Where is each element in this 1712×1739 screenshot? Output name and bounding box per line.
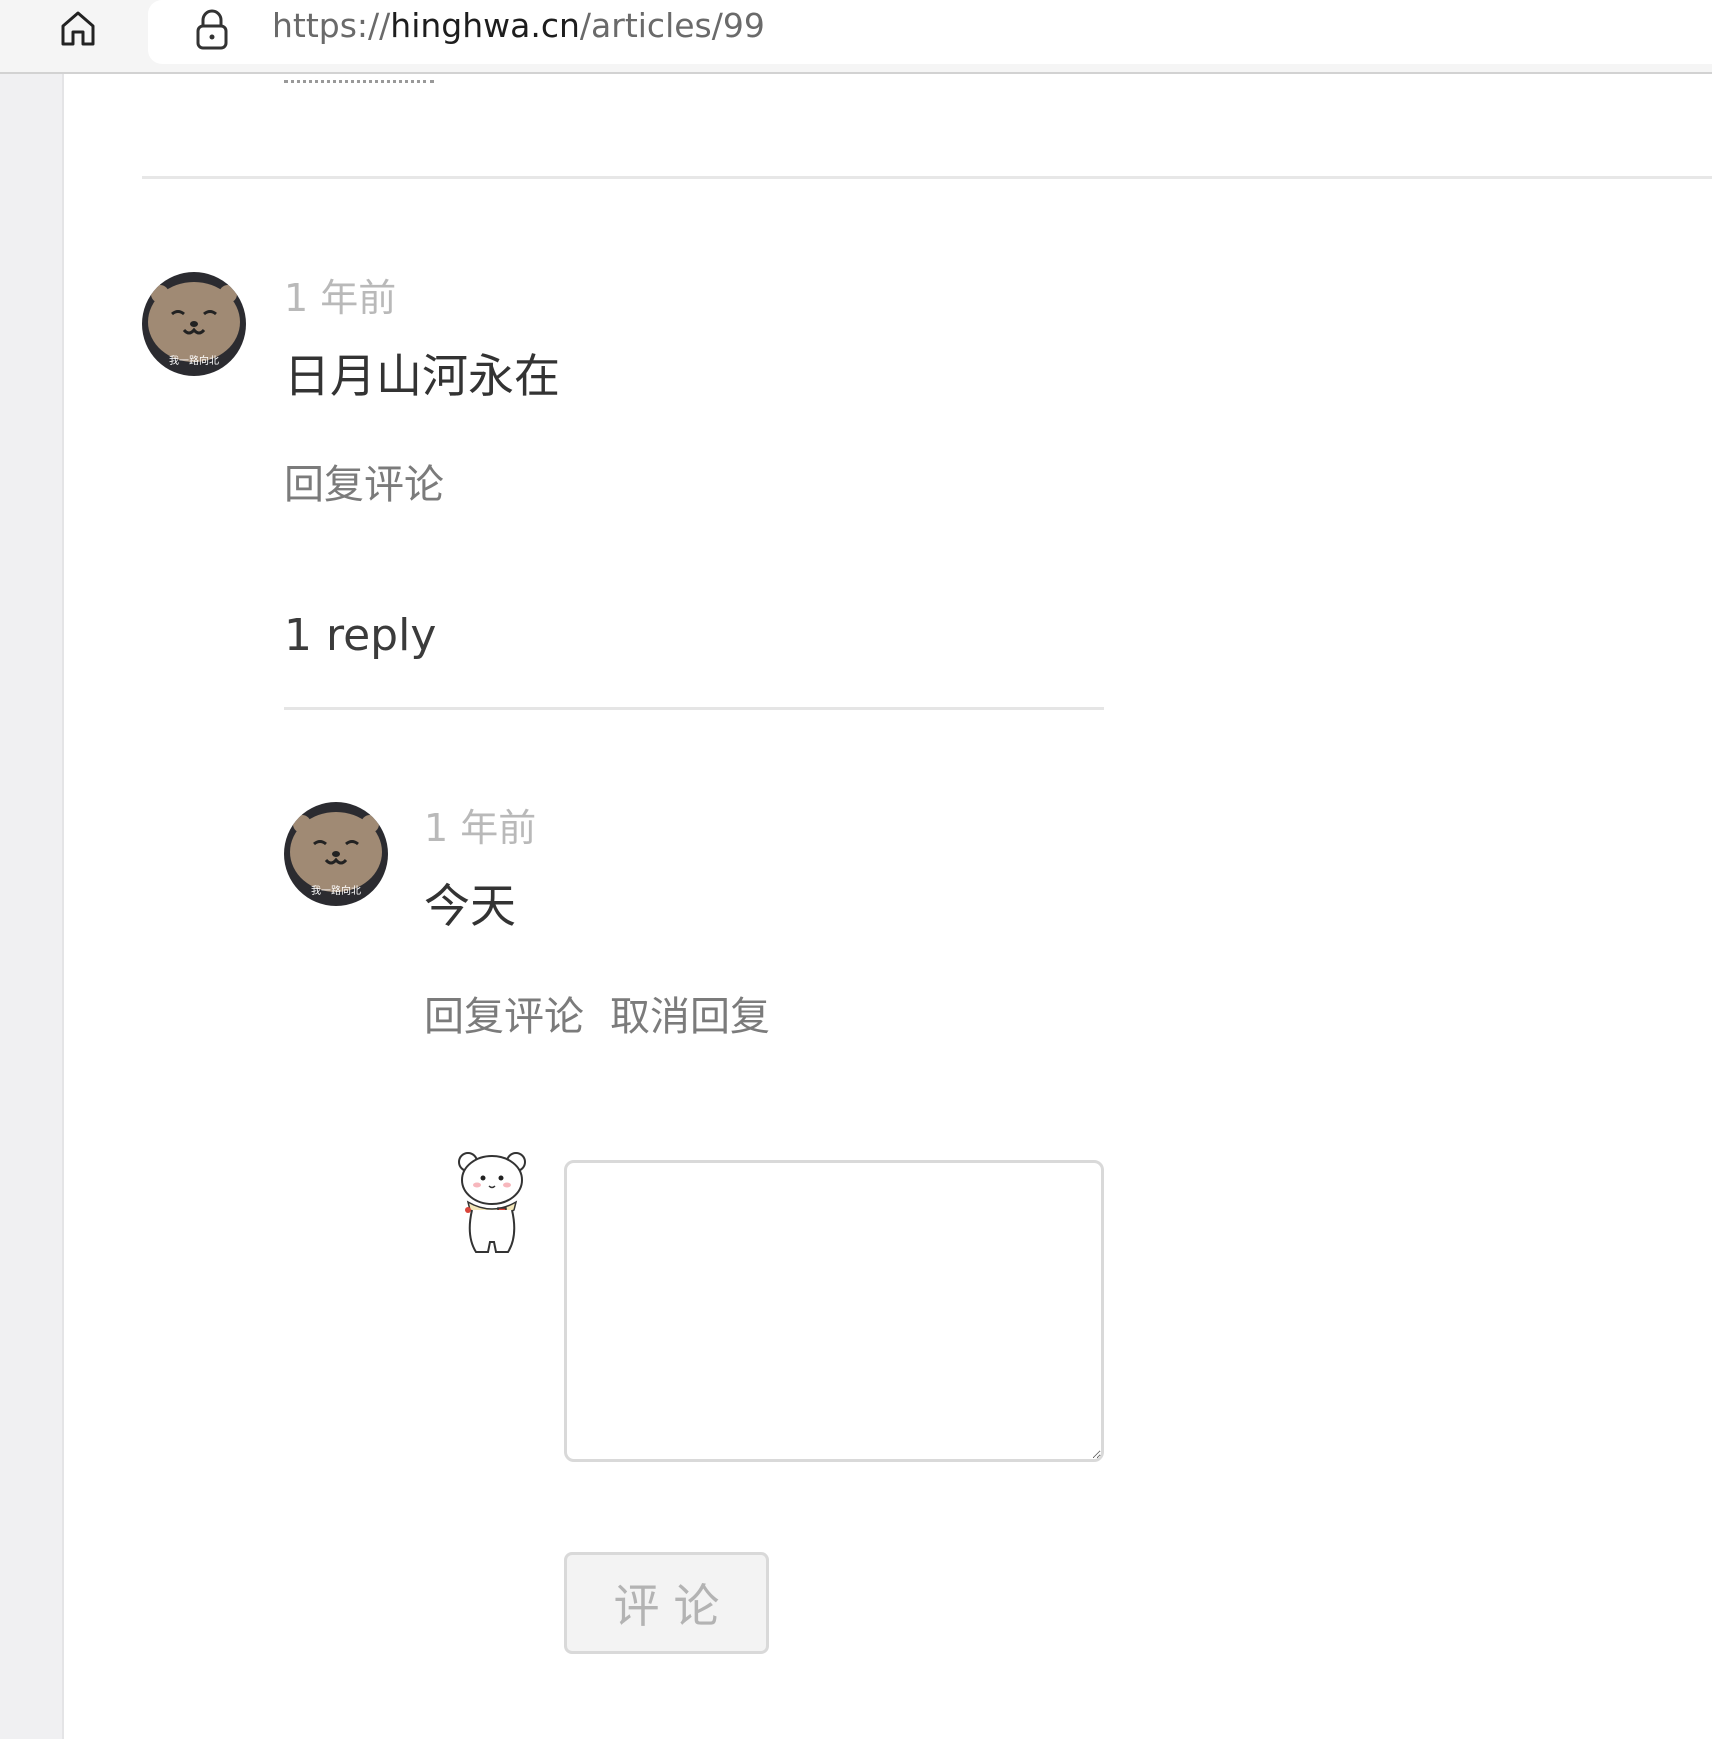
browser-toolbar: https://hinghwa.cn/articles/99 (0, 0, 1712, 74)
reply-time: 1 年前 (424, 806, 537, 850)
url-host: hinghwa.cn (390, 6, 580, 45)
url-scheme: https:// (272, 6, 391, 45)
lock-icon[interactable] (192, 8, 232, 52)
reply-count[interactable]: 1 reply (284, 608, 436, 664)
left-gutter (0, 74, 64, 1739)
bear-face-avatar-image: 我一路向北 (284, 802, 388, 906)
comment-time: 1 年前 (284, 276, 397, 320)
cancel-reply-link[interactable]: 取消回复 (610, 992, 770, 1042)
address-bar[interactable]: https://hinghwa.cn/articles/99 (148, 0, 1712, 64)
home-button[interactable] (52, 2, 104, 54)
reply-comment-link[interactable]: 回复评论 (284, 460, 444, 510)
clipped-reply-link (284, 74, 434, 95)
section-divider (142, 176, 1712, 179)
svg-text:我一路向北: 我一路向北 (169, 354, 219, 367)
url-path: /articles/99 (579, 6, 765, 45)
comment-body: 日月山河永在 (284, 349, 560, 403)
bear-face-avatar-image: 我一路向北 (142, 272, 246, 376)
home-icon (61, 11, 95, 46)
reply-comment-link[interactable]: 回复评论 (424, 992, 584, 1042)
reply-divider (284, 707, 1104, 710)
comment-avatar[interactable]: 我一路向北 (142, 272, 246, 376)
reply-body: 今天 (424, 879, 516, 933)
comment-textarea[interactable] (564, 1160, 1104, 1462)
url-text[interactable]: https://hinghwa.cn/articles/99 (272, 2, 765, 50)
polar-bear-avatar (458, 1152, 526, 1253)
reply-avatar[interactable]: 我一路向北 (284, 802, 388, 906)
svg-text:我一路向北: 我一路向北 (311, 884, 361, 897)
submit-comment-button[interactable]: 评论 (564, 1552, 769, 1654)
comments-section: 我一路向北 1 年前 日月山河永在 回复评论 1 reply 我一路向北 1 年… (64, 74, 1712, 1739)
